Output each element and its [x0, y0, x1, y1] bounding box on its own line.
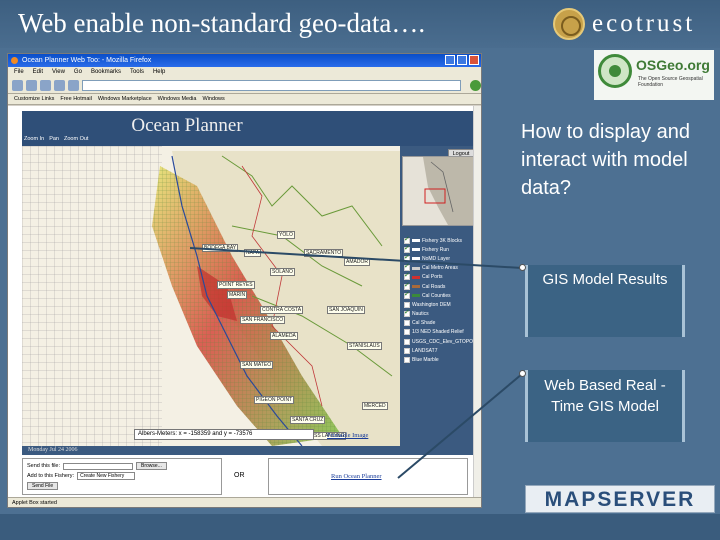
bottom-band — [0, 514, 720, 540]
slide: Web enable non-standard geo-data…. ecotr… — [0, 0, 720, 540]
connector-line — [189, 247, 523, 269]
connector-line — [397, 373, 523, 479]
connector-dot — [519, 264, 526, 271]
mapserver-logo: MAPSERVER — [525, 485, 715, 513]
connector-dot — [519, 370, 526, 377]
connector-lines — [189, 247, 523, 479]
